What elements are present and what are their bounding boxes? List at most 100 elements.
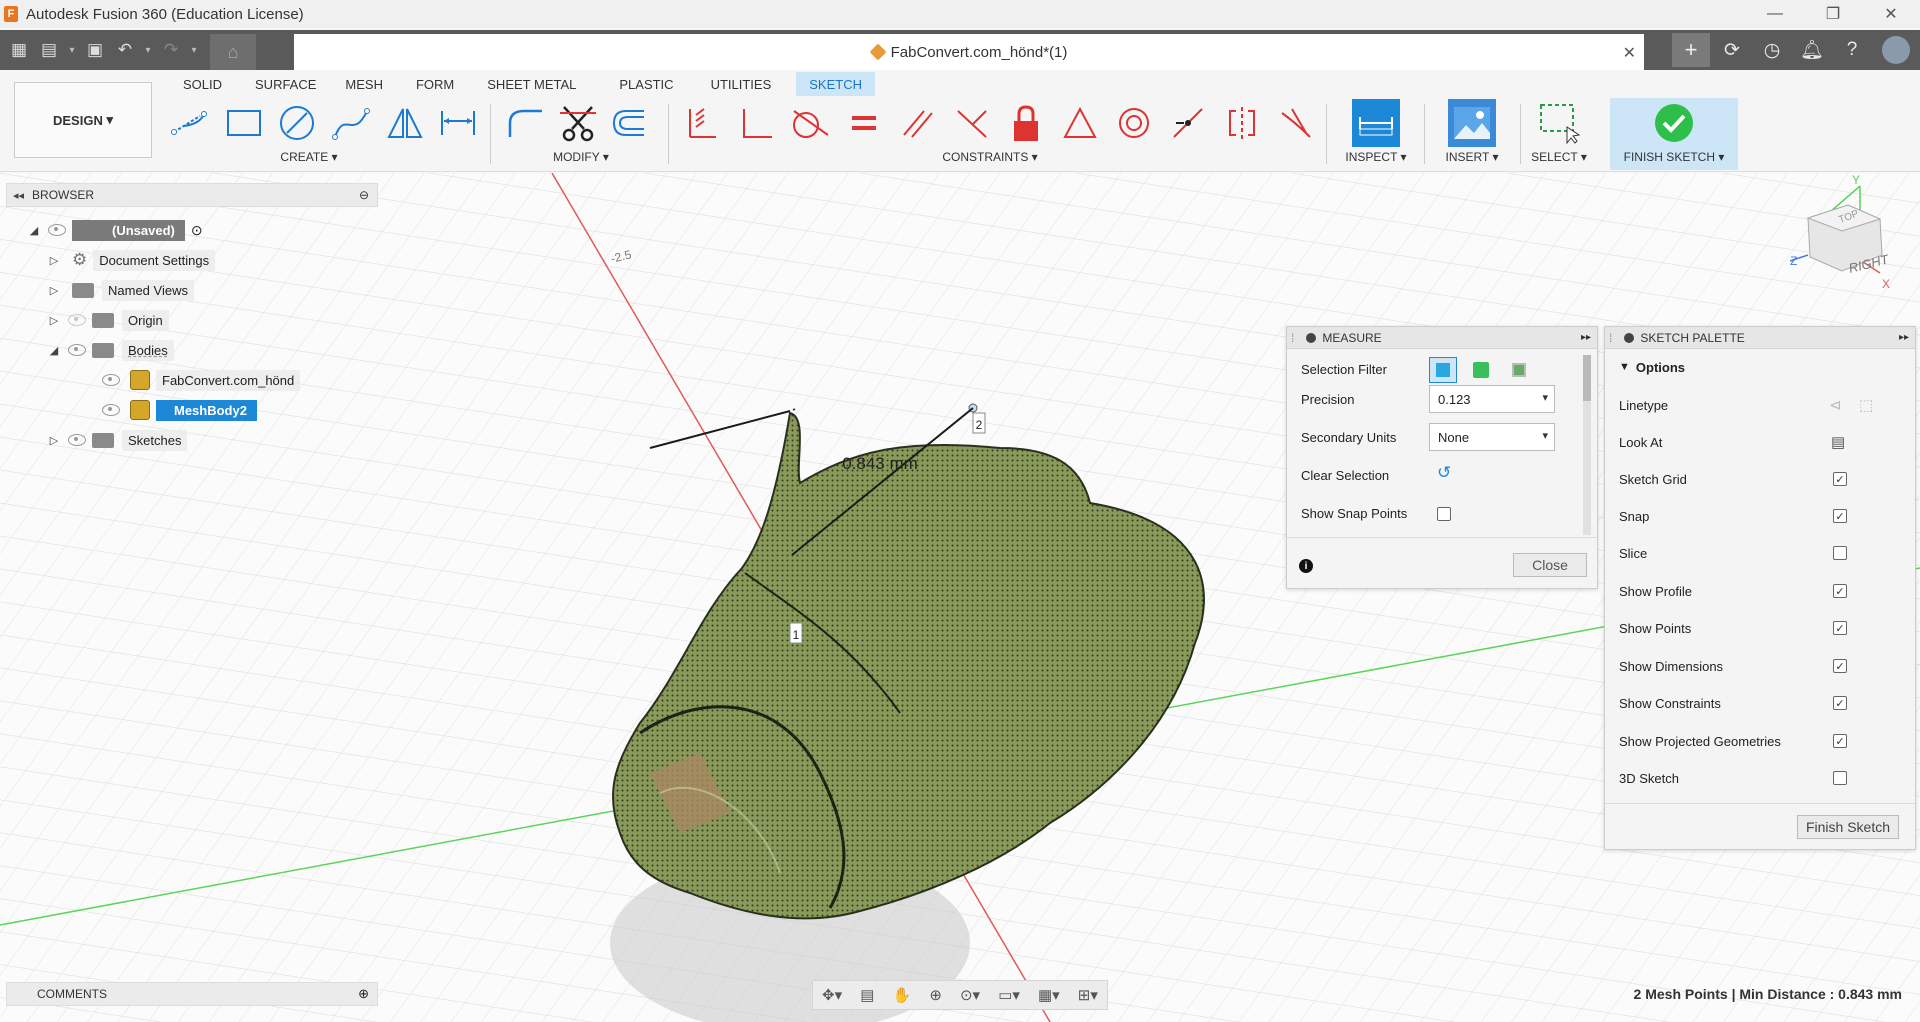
job-status-icon[interactable]: ⟳ [1712, 30, 1752, 70]
measure-ruler-icon[interactable] [1352, 99, 1400, 147]
zoom-icon[interactable]: ⊕ [929, 986, 942, 1004]
show-constraints-checkbox[interactable]: ✓ [1833, 696, 1847, 710]
browser-minimize-icon[interactable]: ⊖ [359, 188, 369, 202]
options-section-header[interactable]: ▼ Options [1619, 353, 1899, 381]
tab-utilities[interactable]: UTILITIES [687, 72, 785, 96]
parallel-constraint-icon[interactable] [896, 101, 940, 145]
browser-panel-header[interactable]: ◂◂ BROWSER ⊖ [6, 183, 378, 207]
workspace-switcher[interactable]: DESIGN ▾ [14, 82, 152, 158]
secondary-units-select[interactable]: None [1429, 423, 1555, 451]
fix-lock-icon[interactable] [1004, 101, 1048, 145]
tab-mesh[interactable]: MESH [329, 72, 396, 96]
comments-panel[interactable]: COMMENTS ⊕ [6, 982, 378, 1006]
insert-image-icon[interactable] [1448, 99, 1496, 147]
perpendicular-cross-icon[interactable] [950, 101, 994, 145]
notifications-bell-icon[interactable]: 🔔︎ [1792, 30, 1832, 70]
perpendicular-constraint-icon[interactable] [734, 101, 778, 145]
select-window-icon[interactable] [1535, 99, 1583, 147]
offset-tool-icon[interactable] [608, 101, 652, 145]
sketch-palette-header[interactable]: ⁞ SKETCH PALETTE ▸▸ [1605, 327, 1915, 349]
orbit-icon[interactable]: ✥▾ [822, 986, 842, 1004]
close-window-button[interactable]: ✕ [1862, 0, 1920, 28]
dimension-tool-icon[interactable] [436, 101, 480, 145]
visibility-eye-icon[interactable] [48, 224, 66, 236]
rectangle-tool-icon[interactable] [222, 101, 266, 145]
show-points-checkbox[interactable]: ✓ [1833, 621, 1847, 635]
tree-item-named-views[interactable]: ▷ Named Views [46, 278, 194, 302]
new-tab-button[interactable]: + [1672, 33, 1710, 67]
drag-handle-icon[interactable]: ⁞ [1609, 331, 1612, 345]
app-grid-icon[interactable]: ▦ [4, 30, 34, 70]
grid-settings-icon[interactable]: ▦▾ [1038, 986, 1060, 1004]
save-icon[interactable]: ▣ [80, 30, 110, 70]
collapse-browser-icon[interactable]: ◂◂ [13, 189, 24, 202]
construction-line-icon[interactable]: ⊲ [1829, 396, 1842, 414]
expand-triangle-icon[interactable]: ▷ [46, 434, 62, 447]
symmetry-constraint-icon[interactable] [1220, 101, 1264, 145]
expand-triangle-icon[interactable]: ◢ [26, 224, 42, 237]
centerline-icon[interactable]: ⬚ [1859, 396, 1873, 414]
tab-form[interactable]: FORM [396, 72, 467, 96]
viewports-icon[interactable]: ⊞▾ [1078, 986, 1098, 1004]
tab-plastic[interactable]: PLASTIC [589, 72, 686, 96]
snap-checkbox[interactable]: ✓ [1833, 509, 1847, 523]
undo-icon[interactable]: ↶ [110, 30, 140, 70]
user-avatar[interactable] [1882, 36, 1910, 64]
measure-expand-icon[interactable]: ▸▸ [1581, 332, 1591, 343]
tree-item-origin[interactable]: ▷ Origin [46, 308, 169, 332]
home-button[interactable]: ⌂ [210, 34, 256, 70]
hidden-eye-icon[interactable] [68, 314, 86, 326]
visibility-eye-icon[interactable] [68, 434, 86, 446]
close-tab-icon[interactable]: ✕ [1623, 43, 1636, 63]
add-comment-icon[interactable]: ⊕ [358, 986, 369, 1002]
insert-group-label[interactable]: INSERT ▾ [1432, 150, 1512, 164]
show-projected-geometries-checkbox[interactable]: ✓ [1833, 734, 1847, 748]
inspect-group-label[interactable]: INSPECT ▾ [1336, 150, 1416, 164]
filter-face-icon[interactable] [1429, 357, 1457, 383]
constraints-group-label[interactable]: CONSTRAINTS ▾ [660, 150, 1320, 164]
visibility-eye-icon[interactable] [68, 344, 86, 356]
history-clock-icon[interactable]: ◷ [1752, 30, 1792, 70]
filter-component-icon[interactable] [1505, 357, 1533, 383]
spline-tool-icon[interactable] [329, 101, 373, 145]
clear-selection-icon[interactable]: ↺ [1437, 463, 1451, 483]
finish-sketch-button[interactable]: Finish Sketch [1797, 815, 1899, 839]
tab-surface[interactable]: SURFACE [235, 72, 329, 96]
precision-select[interactable]: 0.123 [1429, 385, 1555, 413]
tree-item-document-settings[interactable]: ▷ ⚙ Document Settings [46, 248, 216, 272]
look-at-nav-icon[interactable]: ▤ [860, 986, 874, 1004]
collapse-options-icon[interactable]: ▼ [1619, 361, 1630, 373]
concentric-constraint-icon[interactable] [1112, 101, 1156, 145]
redo-icon[interactable]: ↷ [156, 30, 186, 70]
circle-tool-icon[interactable] [275, 101, 319, 145]
tree-item-bodies[interactable]: ◢ Bodies [46, 338, 174, 362]
tree-item-meshbody2[interactable]: MeshBody2 [96, 398, 257, 422]
3d-sketch-checkbox[interactable] [1833, 771, 1847, 785]
equal-constraint-icon[interactable] [842, 101, 886, 145]
file-menu-icon[interactable]: ▤ [34, 30, 64, 70]
tree-item-root[interactable]: ◢ (Unsaved) ⊙ [26, 218, 203, 242]
document-tab[interactable]: FabConvert.com_hönd*(1) ✕ [294, 34, 1644, 70]
help-icon[interactable]: ? [1832, 30, 1872, 70]
file-dropdown-icon[interactable]: ▾ [64, 30, 80, 70]
visibility-eye-icon[interactable] [102, 374, 120, 386]
collinear-constraint-icon[interactable] [1166, 101, 1210, 145]
fillet-tool-icon[interactable] [504, 101, 548, 145]
measure-collapse-icon[interactable] [1306, 332, 1317, 343]
select-group-label[interactable]: SELECT ▾ [1520, 150, 1598, 164]
expand-triangle-icon[interactable]: ▷ [46, 314, 62, 327]
midpoint-triangle-icon[interactable] [1058, 101, 1102, 145]
expand-triangle-icon[interactable]: ▷ [46, 254, 62, 267]
show-dimensions-checkbox[interactable]: ✓ [1833, 659, 1847, 673]
tab-sheet-metal[interactable]: SHEET METAL [467, 72, 589, 96]
coincident-constraint-icon[interactable] [680, 101, 724, 145]
show-profile-checkbox[interactable]: ✓ [1833, 584, 1847, 598]
curvature-constraint-icon[interactable] [1274, 101, 1318, 145]
display-settings-icon[interactable]: ▭▾ [998, 986, 1020, 1004]
drag-handle-icon[interactable]: ⁞ [1291, 331, 1294, 345]
minimize-button[interactable]: — [1746, 0, 1804, 28]
undo-dropdown-icon[interactable]: ▾ [140, 30, 156, 70]
filter-body-icon[interactable] [1467, 357, 1495, 383]
palette-collapse-icon[interactable] [1624, 332, 1635, 343]
modify-group-label[interactable]: MODIFY ▾ [504, 150, 658, 164]
